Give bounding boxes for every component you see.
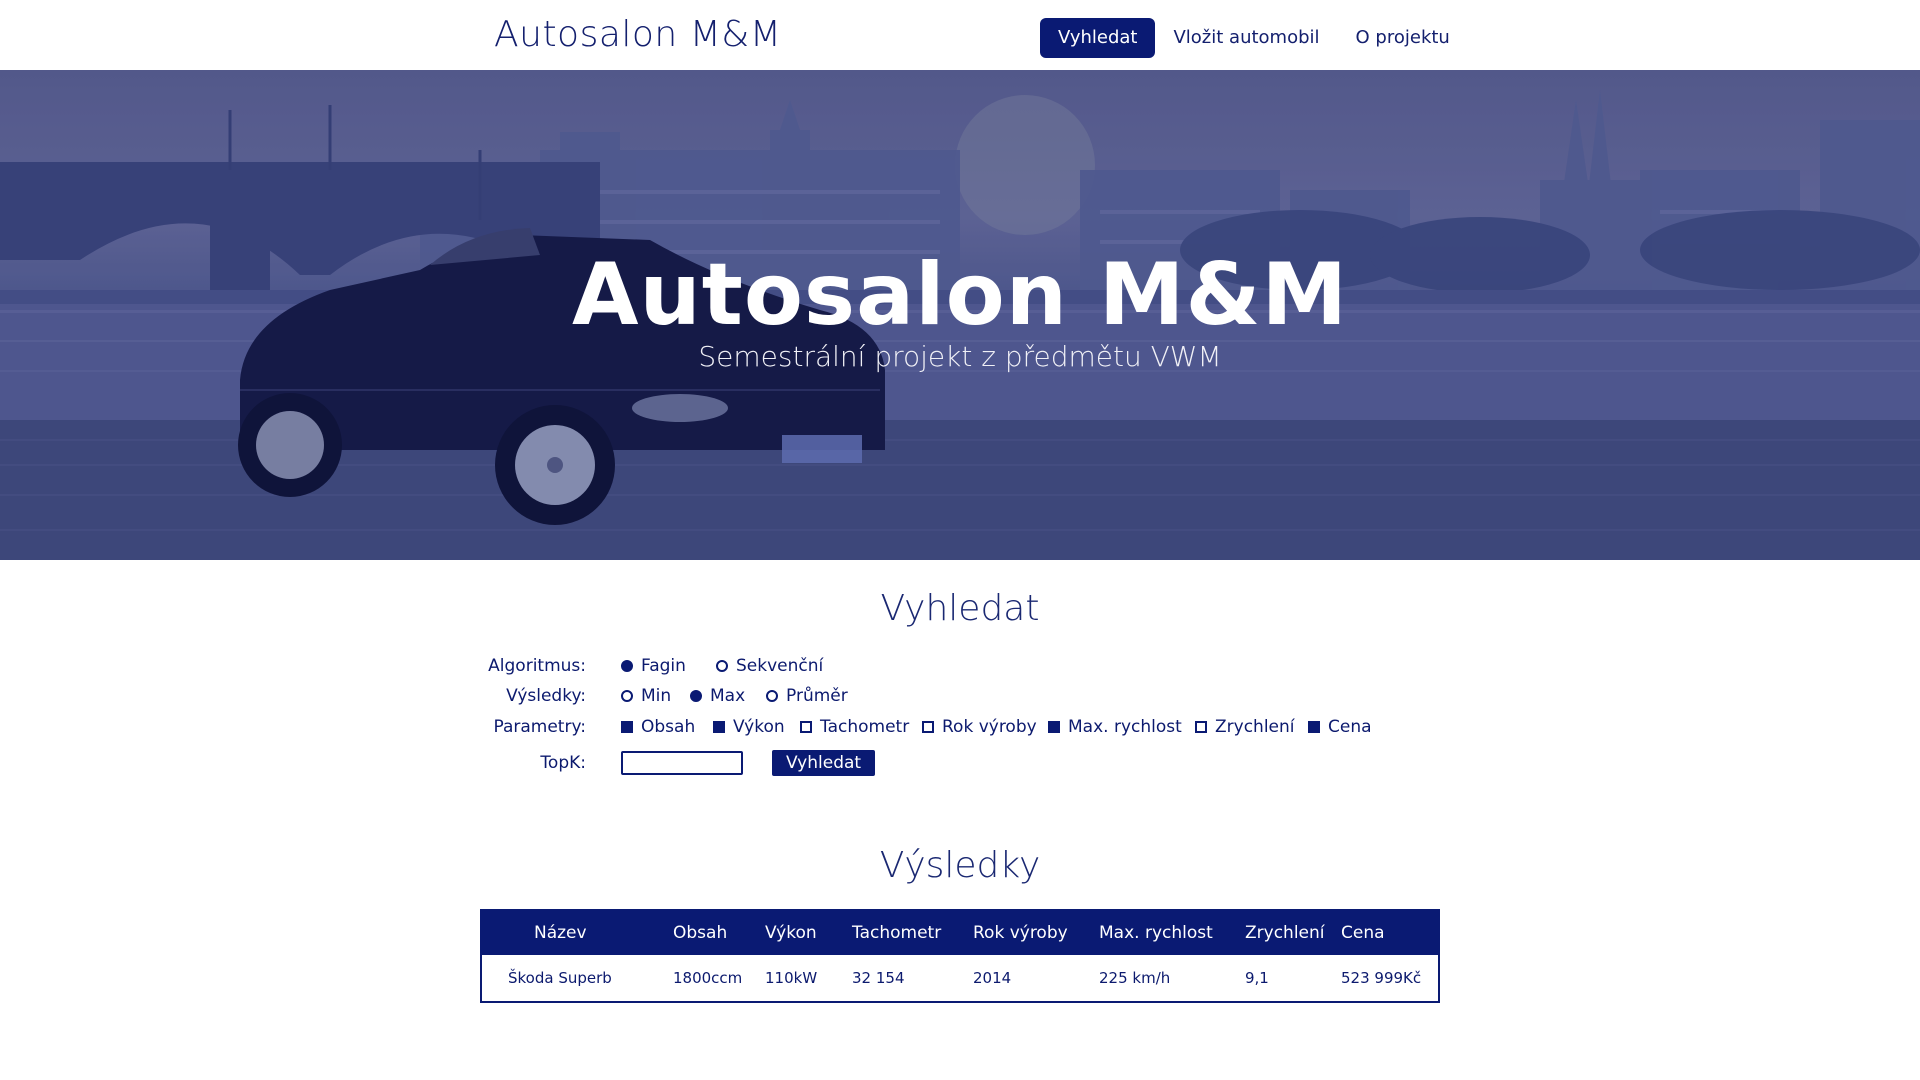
topk-label: TopK: <box>540 753 586 773</box>
radio-button[interactable] <box>766 690 778 702</box>
results-table-header: Název Obsah Výkon Tachometr Rok výroby M… <box>482 911 1438 955</box>
radio-fagin[interactable]: Fagin <box>621 656 686 676</box>
checkbox-checked[interactable] <box>1308 721 1320 733</box>
checkbox[interactable] <box>800 721 812 733</box>
cell-tachometr: 32 154 <box>852 969 905 987</box>
column-header-nazev[interactable]: Název <box>482 923 640 943</box>
topk-input[interactable] <box>621 751 743 775</box>
checkbox-zrychleni[interactable]: Zrychlení <box>1195 717 1295 737</box>
checkbox[interactable] <box>922 721 934 733</box>
checkbox-max-rychlost[interactable]: Max. rychlost <box>1048 717 1182 737</box>
column-header-cena[interactable]: Cena <box>1341 923 1411 943</box>
parameters-label: Parametry: <box>493 717 586 737</box>
cell-cena: 523 999Kč <box>1341 969 1422 987</box>
radio-max[interactable]: Max <box>690 686 745 706</box>
cell-vykon: 110kW <box>765 969 818 987</box>
column-header-obsah[interactable]: Obsah <box>673 923 765 943</box>
column-header-zrychleni[interactable]: Zrychlení <box>1245 923 1341 943</box>
checkbox-tachometr[interactable]: Tachometr <box>800 717 909 737</box>
hero-subtitle: Semestrální projekt z předmětu VWM <box>698 340 1222 373</box>
radio-button[interactable] <box>621 690 633 702</box>
hero-title: Autosalon M&M <box>571 245 1349 345</box>
topk-row: TopK: Vyhledat <box>0 749 1920 777</box>
checkbox-checked[interactable] <box>621 721 633 733</box>
radio-min[interactable]: Min <box>621 686 671 706</box>
checkbox-vykon[interactable]: Výkon <box>713 717 785 737</box>
checkbox-checked[interactable] <box>713 721 725 733</box>
checkbox-checked[interactable] <box>1048 721 1060 733</box>
checkbox-cena[interactable]: Cena <box>1308 717 1372 737</box>
top-navbar: Autosalon M&M Vyhledat Vložit automobil … <box>0 0 1920 70</box>
hero-banner: Autosalon M&M Semestrální projekt z před… <box>0 70 1920 560</box>
nav-item-search[interactable]: Vyhledat <box>1040 18 1156 58</box>
radio-average[interactable]: Průměr <box>766 686 848 706</box>
brand-logo-text[interactable]: Autosalon M&M <box>494 14 781 55</box>
nav-item-add-car[interactable]: Vložit automobil <box>1155 18 1337 58</box>
radio-sequential[interactable]: Sekvenční <box>716 656 823 676</box>
cell-obsah: 1800ccm <box>673 969 743 987</box>
radio-button[interactable] <box>716 660 728 672</box>
radio-button-selected[interactable] <box>621 660 633 672</box>
nav-item-about[interactable]: O projektu <box>1338 18 1468 58</box>
algorithm-row: Algoritmus: Fagin Sekvenční <box>0 652 1920 680</box>
radio-button-selected[interactable] <box>690 690 702 702</box>
column-header-vykon[interactable]: Výkon <box>765 923 852 943</box>
parameters-row: Parametry: Obsah Výkon Tachometr Rok výr… <box>0 713 1920 741</box>
algorithm-label: Algoritmus: <box>488 656 586 676</box>
checkbox[interactable] <box>1195 721 1207 733</box>
results-mode-row: Výsledky: Min Max Průměr <box>0 682 1920 710</box>
search-button[interactable]: Vyhledat <box>772 750 876 776</box>
checkbox-rok-vyroby[interactable]: Rok výroby <box>922 717 1037 737</box>
main-nav: Vyhledat Vložit automobil O projektu <box>1040 18 1468 58</box>
search-section-title: Vyhledat <box>880 588 1040 629</box>
column-header-rok-vyroby[interactable]: Rok výroby <box>973 923 1099 943</box>
cell-zrychleni: 9,1 <box>1245 969 1269 987</box>
cell-max-rychlost: 225 km/h <box>1099 969 1171 987</box>
results-section-title: Výsledky <box>879 845 1041 886</box>
cell-rok-vyroby: 2014 <box>973 969 1012 987</box>
results-mode-label: Výsledky: <box>506 686 586 706</box>
checkbox-obsah[interactable]: Obsah <box>621 717 695 737</box>
column-header-max-rychlost[interactable]: Max. rychlost <box>1099 923 1245 943</box>
cell-nazev: Škoda Superb <box>508 969 612 987</box>
table-row[interactable]: Škoda Superb 1800ccm 110kW 32 154 2014 2… <box>482 955 1438 1001</box>
column-header-tachometr[interactable]: Tachometr <box>852 923 973 943</box>
results-table: Název Obsah Výkon Tachometr Rok výroby M… <box>480 909 1440 1003</box>
